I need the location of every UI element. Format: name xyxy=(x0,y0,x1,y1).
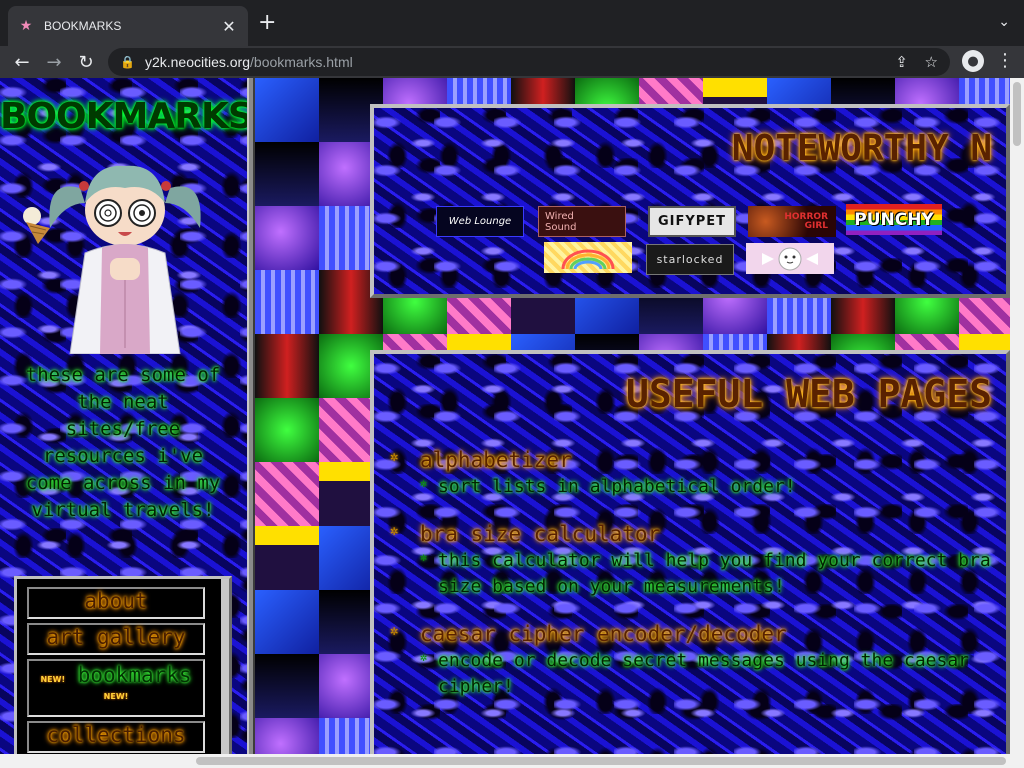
star-bullet-icon: ✲ xyxy=(390,623,399,639)
close-icon[interactable]: ✕ xyxy=(220,17,238,36)
resource-link-bra-size-calculator[interactable]: bra size calculator xyxy=(420,520,990,548)
profile-icon[interactable]: ● xyxy=(962,50,984,72)
collage-tile xyxy=(255,462,319,526)
collage-tile xyxy=(255,398,319,462)
frame-divider[interactable] xyxy=(247,78,255,768)
new-tab-icon[interactable]: + xyxy=(258,12,276,34)
useful-pages-heading: USEFUL WEB PAGES xyxy=(625,372,992,416)
page-vertical-scrollbar[interactable] xyxy=(1010,78,1024,754)
starlocked-button[interactable]: starlocked xyxy=(646,244,734,275)
list-item: ✲ alphabetizer ✲ sort lists in alphabeti… xyxy=(390,446,990,500)
url-host: y2k.neocities.org xyxy=(144,54,251,70)
menu-icon[interactable]: ⋮ xyxy=(996,50,1014,72)
address-bar[interactable]: 🔒 y2k.neocities.org/bookmarks.html ⇪ ☆ xyxy=(108,48,950,76)
resource-description: this calculator will help you find your … xyxy=(438,550,991,597)
nav-link-bookmarks-label: bookmarks xyxy=(77,663,192,687)
star-bullet-icon: ✲ xyxy=(390,523,399,539)
collage-tile xyxy=(255,142,319,206)
collage-tile xyxy=(255,654,319,718)
nav-link-art-gallery[interactable]: art gallery xyxy=(27,623,205,655)
star-bullet-icon: ✲ xyxy=(390,449,399,465)
horror-girl-button[interactable]: HORROR GIRL xyxy=(748,206,836,237)
noteworthy-panel: NOTEWORTHY N Web Lounge Wired Sound GIFY… xyxy=(370,104,1010,298)
collage-tile xyxy=(255,526,319,590)
pastel-creature-button[interactable] xyxy=(746,243,834,274)
wired-sound-label-1: Wired xyxy=(545,210,574,222)
forward-icon[interactable]: → xyxy=(38,48,70,76)
useful-pages-panel: USEFUL WEB PAGES ✲ alphabetizer ✲ sort l… xyxy=(370,350,1010,768)
noteworthy-heading: NOTEWORTHY N xyxy=(731,128,992,169)
site-title: BOOKMARKS xyxy=(0,96,254,137)
collage-tile xyxy=(255,590,319,654)
resource-description: sort lists in alphabetical order! xyxy=(438,476,796,497)
gifypet-label: GIFYPET xyxy=(657,214,727,229)
web-lounge-label: Web Lounge xyxy=(448,216,512,227)
tab-search-icon[interactable]: ⌄ xyxy=(998,14,1010,30)
star-favicon: ★ xyxy=(19,18,33,34)
punchy-label: PUNCHY xyxy=(854,209,934,230)
resource-link-caesar-cipher[interactable]: caesar cipher encoder/decoder xyxy=(420,620,990,648)
reload-icon[interactable]: ↻ xyxy=(70,48,102,76)
resource-description: encode or decode secret messages using t… xyxy=(438,650,970,697)
nav-scrollbar[interactable] xyxy=(221,579,229,768)
tab-title: BOOKMARKS xyxy=(44,19,122,33)
resource-link-alphabetizer[interactable]: alphabetizer xyxy=(420,446,990,474)
lock-icon[interactable]: 🔒 xyxy=(120,55,135,69)
page-horizontal-scrollbar[interactable] xyxy=(0,754,1024,768)
starlocked-label: starlocked xyxy=(656,253,724,266)
list-item: ✲ caesar cipher encoder/decoder ✲ encode… xyxy=(390,620,990,700)
cute-creature-icon xyxy=(762,247,818,270)
web-lounge-button[interactable]: Web Lounge xyxy=(436,206,524,237)
resource-list: ✲ alphabetizer ✲ sort lists in alphabeti… xyxy=(390,446,991,720)
star-bullet-icon: ✲ xyxy=(420,650,428,664)
tagline: these are some of the neat sites/free re… xyxy=(25,364,221,521)
new-badge: NEW! xyxy=(103,692,129,701)
scroll-thumb[interactable] xyxy=(196,757,1006,765)
collage-tile xyxy=(255,334,319,398)
star-bullet-icon: ✲ xyxy=(420,550,428,564)
rainbow-icon xyxy=(561,249,615,269)
bookmark-star-icon[interactable]: ☆ xyxy=(925,53,938,71)
collage-tile xyxy=(255,270,319,334)
horror-girl-label-2: GIRL xyxy=(804,220,828,231)
share-icon[interactable]: ⇪ xyxy=(895,53,908,71)
url-path: /bookmarks.html xyxy=(250,54,353,70)
nav-link-about[interactable]: about xyxy=(27,587,205,619)
rainbow-button[interactable] xyxy=(544,242,632,273)
nav-menu: about art gallery NEW! bookmarks NEW! co… xyxy=(14,576,232,768)
tab-bookmarks[interactable]: ★ BOOKMARKS ✕ xyxy=(8,6,248,46)
page-viewport: BOOKMARKS these are some of the neat sit… xyxy=(0,78,1024,768)
punchy-button[interactable]: PUNCHY xyxy=(846,204,942,235)
scroll-thumb[interactable] xyxy=(1013,82,1021,146)
mascot-girl-image xyxy=(49,165,201,354)
new-badge: NEW! xyxy=(40,675,66,684)
tab-strip: ★ BOOKMARKS ✕ + ⌄ xyxy=(0,0,1024,46)
back-icon[interactable]: ← xyxy=(6,48,38,76)
nav-link-collections[interactable]: collections xyxy=(27,721,205,753)
list-item: ✲ bra size calculator ✲ this calculator … xyxy=(390,520,991,600)
collage-tile xyxy=(255,78,319,142)
collage-tile xyxy=(255,206,319,270)
browser-toolbar: ← → ↻ 🔒 y2k.neocities.org/bookmarks.html… xyxy=(0,46,1024,78)
nav-link-bookmarks[interactable]: NEW! bookmarks NEW! xyxy=(27,659,205,717)
wired-sound-label-2: Sound xyxy=(545,221,577,233)
star-bullet-icon: ✲ xyxy=(420,476,428,490)
wired-sound-button[interactable]: Wired Sound xyxy=(538,206,626,237)
sidebar: BOOKMARKS these are some of the neat sit… xyxy=(0,78,255,768)
gifypet-button[interactable]: GIFYPET xyxy=(648,206,736,237)
